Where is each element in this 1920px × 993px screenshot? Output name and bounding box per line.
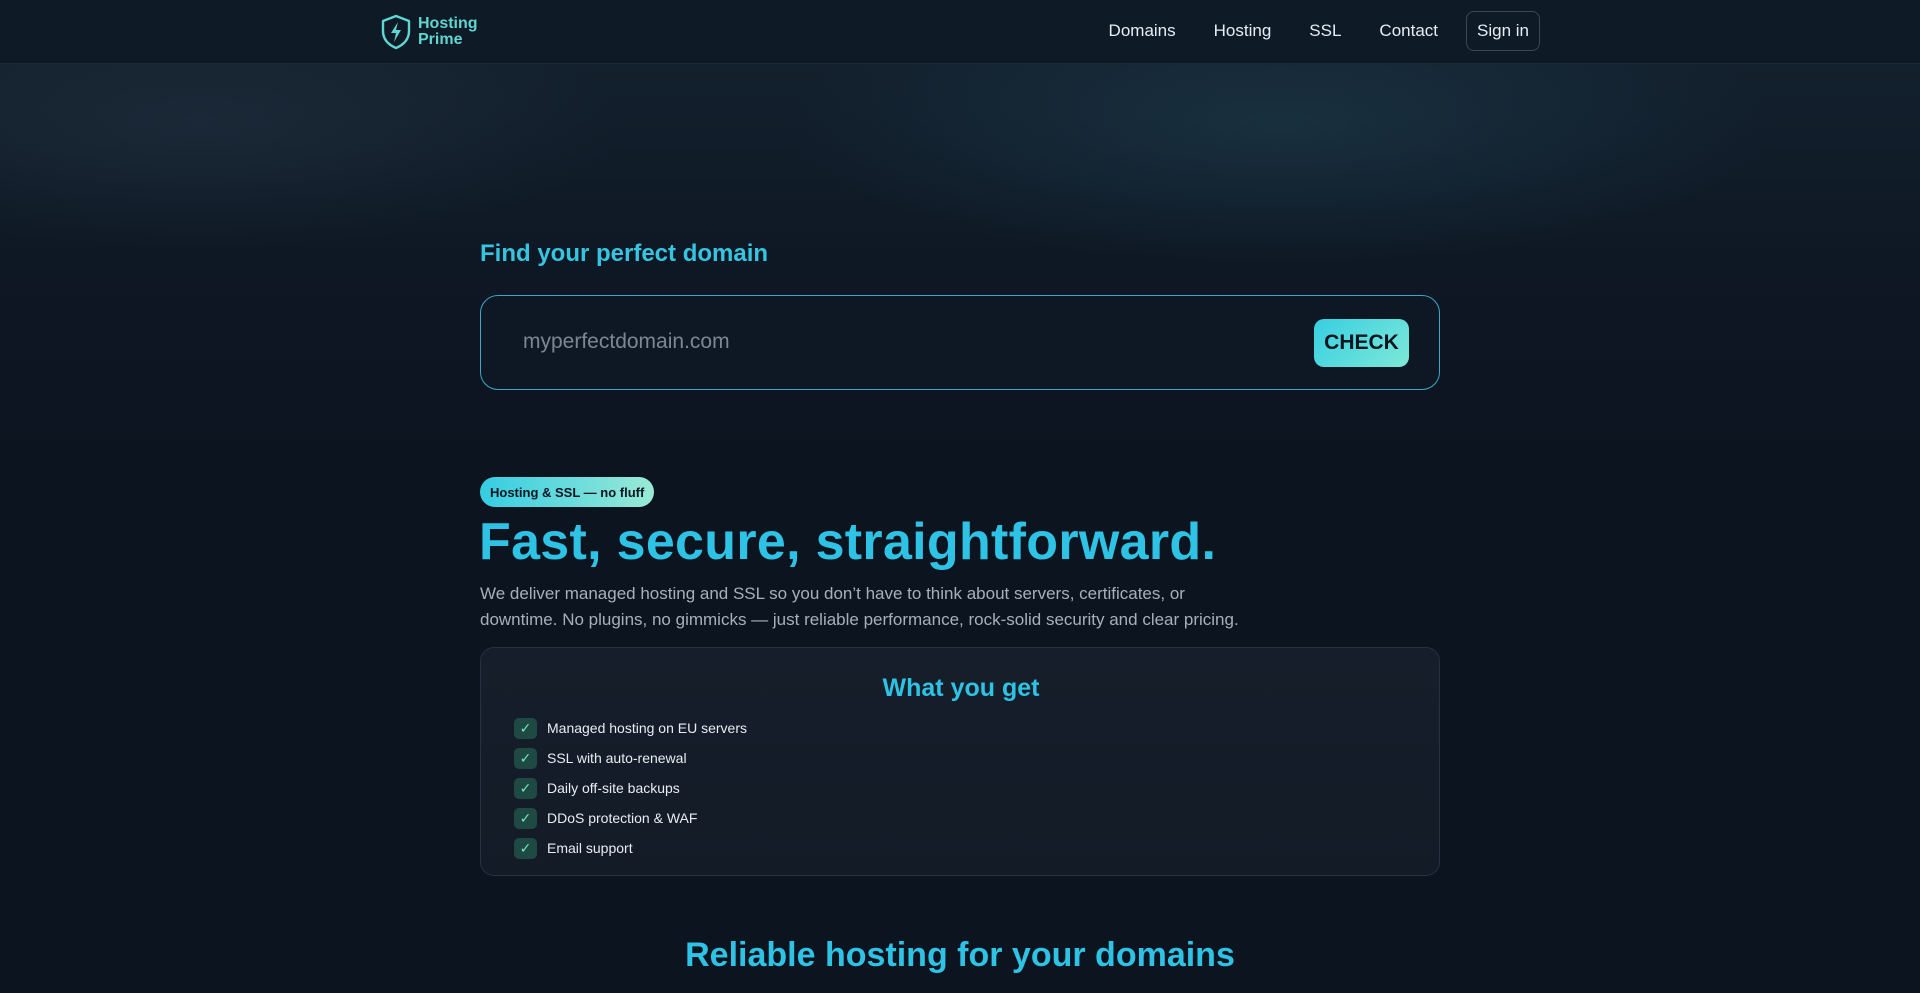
list-item: ✓ Managed hosting on EU servers — [514, 713, 747, 743]
top-navbar: Hosting Prime Domains Hosting SSL Contac… — [0, 0, 1920, 64]
brand-name: Hosting Prime — [418, 16, 478, 48]
check-icon: ✓ — [514, 807, 537, 829]
brand-name-line2: Prime — [418, 31, 463, 48]
sign-in-button[interactable]: Sign in — [1466, 11, 1540, 51]
hero-description: We deliver managed hosting and SSL so yo… — [480, 584, 1239, 629]
check-domain-button[interactable]: CHECK — [1314, 319, 1409, 367]
domain-search-input[interactable] — [523, 322, 1283, 362]
list-item: ✓ Daily off-site backups — [514, 773, 747, 803]
list-item: ✓ SSL with auto-renewal — [514, 743, 747, 773]
feature-label: Daily off-site backups — [547, 780, 680, 796]
domain-search-title: Find your perfect domain — [480, 240, 769, 267]
nav-item-domains[interactable]: Domains — [1109, 21, 1176, 41]
nav-item-hosting[interactable]: Hosting — [1214, 21, 1272, 41]
hero-badge: Hosting & SSL — no fluff — [480, 477, 655, 507]
list-item: ✓ Email support — [514, 833, 747, 863]
brand-name-line1: Hosting — [418, 15, 478, 32]
nav-item-contact[interactable]: Contact — [1379, 21, 1438, 41]
feature-label: DDoS protection & WAF — [547, 810, 698, 826]
feature-label: Managed hosting on EU servers — [547, 720, 747, 736]
nav-item-ssl[interactable]: SSL — [1309, 21, 1341, 41]
shield-bolt-icon — [381, 14, 411, 50]
features-card-title: What you get — [882, 674, 1040, 702]
section-title: Reliable hosting for your domains — [685, 936, 1235, 974]
features-card: What you get ✓ Managed hosting on EU ser… — [480, 647, 1440, 876]
hero-title: Fast, secure, straightforward. — [479, 513, 1217, 571]
domain-search-box: CHECK — [480, 295, 1440, 390]
list-item: ✓ DDoS protection & WAF — [514, 803, 747, 833]
feature-label: SSL with auto-renewal — [547, 750, 687, 766]
feature-label: Email support — [547, 840, 633, 856]
check-icon: ✓ — [514, 747, 537, 769]
main-nav: Domains Hosting SSL Contact Sign in — [1109, 11, 1540, 51]
brand-logo[interactable]: Hosting Prime — [380, 14, 478, 50]
check-icon: ✓ — [514, 777, 537, 799]
check-icon: ✓ — [514, 837, 537, 859]
check-icon: ✓ — [514, 717, 537, 739]
hero-background — [0, 64, 1920, 484]
features-list: ✓ Managed hosting on EU servers ✓ SSL wi… — [514, 713, 747, 863]
